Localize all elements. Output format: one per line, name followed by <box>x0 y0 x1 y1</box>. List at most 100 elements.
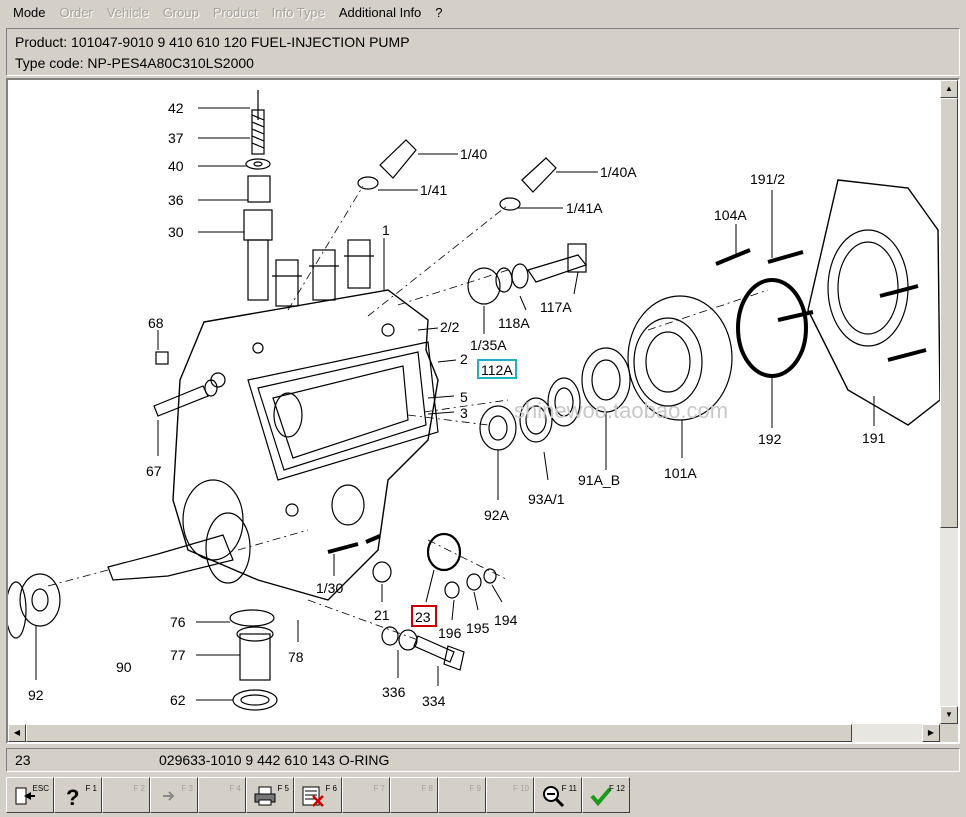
pos-label-101a[interactable]: 101A <box>664 465 697 481</box>
pos-label-1-35a[interactable]: 1/35A <box>470 337 507 353</box>
pos-label-92a[interactable]: 92A <box>484 507 510 523</box>
f3-key-label: F 3 <box>181 784 193 793</box>
pos-label-23[interactable]: 23 <box>415 609 431 625</box>
selected-part-description: 029633-1010 9 442 610 143 O-RING <box>159 752 390 768</box>
f8-key-label: F 8 <box>421 784 433 793</box>
f8-button[interactable]: F 8 <box>390 777 438 813</box>
product-info-panel: Product: 101047-9010 9 410 610 120 FUEL-… <box>6 28 960 76</box>
product-line: Product: 101047-9010 9 410 610 120 FUEL-… <box>15 34 410 50</box>
f6-delete-button[interactable]: F 6 <box>294 777 342 813</box>
pos-label-1-41a[interactable]: 1/41A <box>566 200 603 216</box>
pos-label-336[interactable]: 336 <box>382 684 406 700</box>
scroll-up-button[interactable]: ▲ <box>940 80 958 98</box>
scroll-left-button[interactable]: ◀ <box>8 724 26 742</box>
horizontal-scrollbar[interactable]: ◀ ▶ <box>8 724 940 742</box>
menu-vehicle[interactable]: Vehicle <box>100 0 156 26</box>
pos-label-118a[interactable]: 118A <box>498 315 530 331</box>
type-code-line: Type code: NP-PES4A80C310LS2000 <box>15 55 254 71</box>
pos-label-196[interactable]: 196 <box>438 625 462 641</box>
f2-button[interactable]: F 2 <box>102 777 150 813</box>
pos-label-334[interactable]: 334 <box>422 693 446 709</box>
f7-key-label: F 7 <box>373 784 385 793</box>
pos-label-192[interactable]: 192 <box>758 431 782 447</box>
esc-key-label: ESC <box>32 784 49 793</box>
f1-help-button[interactable]: ? F 1 <box>54 777 102 813</box>
arrow-right-icon <box>163 791 175 801</box>
f9-button[interactable]: F 9 <box>438 777 486 813</box>
exploded-view-diagram: shinewoo.taobao.com 42 37 40 36 30 1/40 … <box>8 90 940 711</box>
pos-label-2[interactable]: 2 <box>460 351 468 367</box>
menu-group[interactable]: Group <box>156 0 206 26</box>
pos-label-195[interactable]: 195 <box>466 620 490 636</box>
pos-label-21[interactable]: 21 <box>374 607 390 623</box>
exploded-view-canvas[interactable]: shinewoo.taobao.com 42 37 40 36 30 1/40 … <box>6 78 960 744</box>
vertical-scrollbar[interactable]: ▲ ▼ <box>940 80 958 724</box>
pos-label-191-2[interactable]: 191/2 <box>750 171 785 187</box>
print-icon <box>254 786 276 806</box>
pos-label-92[interactable]: 92 <box>28 687 44 703</box>
pos-label-67[interactable]: 67 <box>146 463 162 479</box>
pos-label-1[interactable]: 1 <box>382 222 390 238</box>
pos-label-1-30[interactable]: 1/30 <box>316 580 343 596</box>
f1-key-label: F 1 <box>85 784 97 793</box>
pos-label-117a[interactable]: 117A <box>540 299 572 315</box>
pos-label-5[interactable]: 5 <box>460 389 468 405</box>
f12-confirm-button[interactable]: F 12 <box>582 777 630 813</box>
f5-print-button[interactable]: F 5 <box>246 777 294 813</box>
pos-label-42[interactable]: 42 <box>168 100 184 116</box>
pos-label-112a[interactable]: 112A <box>481 362 513 378</box>
pos-label-90[interactable]: 90 <box>116 659 132 675</box>
pos-label-76[interactable]: 76 <box>170 614 186 630</box>
f10-button[interactable]: F 10 <box>486 777 534 813</box>
scroll-right-button[interactable]: ▶ <box>922 724 940 742</box>
pos-label-91a-b[interactable]: 91A_B <box>578 472 620 488</box>
pos-label-104a[interactable]: 104A <box>714 207 747 223</box>
menu-mode[interactable]: Mode <box>6 0 53 26</box>
pos-label-191[interactable]: 191 <box>862 430 886 446</box>
scroll-down-button[interactable]: ▼ <box>940 706 958 724</box>
pos-label-40[interactable]: 40 <box>168 158 184 174</box>
f11-zoom-button[interactable]: F 11 <box>534 777 582 813</box>
pos-label-36[interactable]: 36 <box>168 192 184 208</box>
pos-label-1-40a[interactable]: 1/40A <box>600 164 637 180</box>
watermark-text: shinewoo.taobao.com <box>514 398 728 423</box>
f4-button[interactable]: F 4 <box>198 777 246 813</box>
f12-key-label: F 12 <box>608 784 625 793</box>
pos-label-1-41[interactable]: 1/41 <box>420 182 447 198</box>
horizontal-scroll-thumb[interactable] <box>26 724 852 742</box>
pos-label-30[interactable]: 30 <box>168 224 184 240</box>
help-icon: ? <box>66 785 79 808</box>
function-key-toolbar: ESC ? F 1 F 2 F 3 F 4 F 5 F 6 F 7 F 8 F … <box>6 777 960 815</box>
f7-button[interactable]: F 7 <box>342 777 390 813</box>
pos-label-77[interactable]: 77 <box>170 647 186 663</box>
menu-additional-info[interactable]: Additional Info <box>332 0 428 26</box>
selected-part-panel: 23 029633-1010 9 442 610 143 O-RING <box>6 748 960 772</box>
esc-button[interactable]: ESC <box>6 777 54 813</box>
f5-key-label: F 5 <box>277 784 289 793</box>
f4-key-label: F 4 <box>229 784 241 793</box>
vertical-scroll-thumb[interactable] <box>940 98 958 528</box>
selected-position: 23 <box>15 752 31 768</box>
pos-label-3[interactable]: 3 <box>460 405 468 421</box>
pos-label-37[interactable]: 37 <box>168 130 184 146</box>
pos-label-68[interactable]: 68 <box>148 315 164 331</box>
pos-label-2-2[interactable]: 2/2 <box>440 319 460 335</box>
scrollbar-corner <box>940 724 958 742</box>
pos-label-194[interactable]: 194 <box>494 612 518 628</box>
pos-label-78[interactable]: 78 <box>288 649 304 665</box>
menu-bar: Mode Order Vehicle Group Product Info Ty… <box>0 0 966 26</box>
f10-key-label: F 10 <box>512 784 529 793</box>
f6-key-label: F 6 <box>325 784 337 793</box>
f3-button[interactable]: F 3 <box>150 777 198 813</box>
pos-label-1-40[interactable]: 1/40 <box>460 146 487 162</box>
pos-label-93a-1[interactable]: 93A/1 <box>528 491 565 507</box>
svg-text:?: ? <box>66 785 79 808</box>
delete-list-icon <box>302 786 324 807</box>
pos-label-62[interactable]: 62 <box>170 692 186 708</box>
f9-key-label: F 9 <box>469 784 481 793</box>
menu-help[interactable]: ? <box>428 0 449 26</box>
f2-key-label: F 2 <box>133 784 145 793</box>
menu-info-type[interactable]: Info Type <box>265 0 332 26</box>
menu-order[interactable]: Order <box>53 0 100 26</box>
menu-product[interactable]: Product <box>206 0 265 26</box>
